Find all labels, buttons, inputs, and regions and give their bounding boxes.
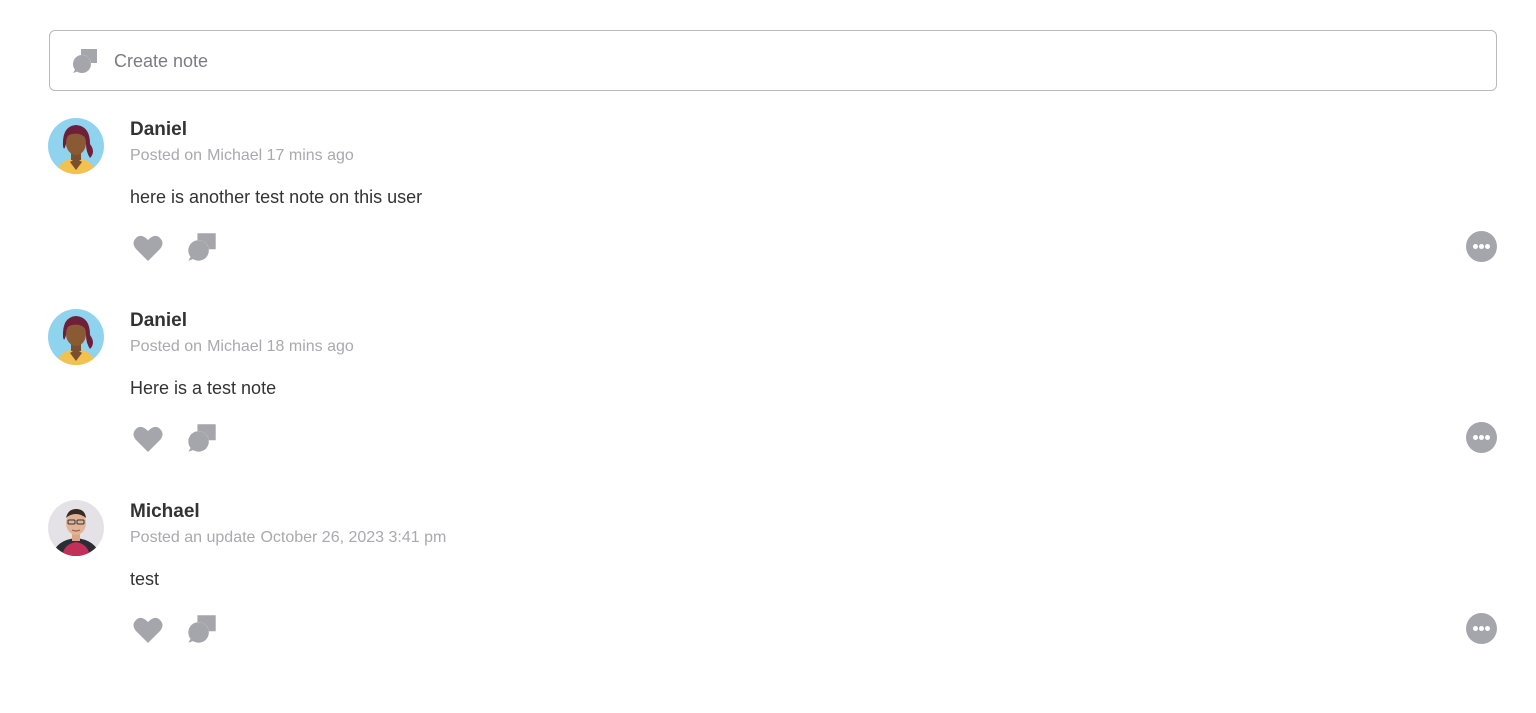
more-options-button[interactable]: [1466, 422, 1497, 453]
post-meta: Posted on Michael 17 mins ago: [130, 147, 354, 165]
post-time[interactable]: October 26, 2023 3:41 pm: [260, 529, 446, 546]
more-options-button[interactable]: [1466, 231, 1497, 262]
post-text: Here is a test note: [130, 378, 277, 398]
post-action: Posted on: [130, 147, 203, 164]
avatar[interactable]: [48, 309, 104, 365]
create-note-placeholder: Create note: [114, 51, 209, 71]
activity-post: Michael Posted an update October 26, 2023…: [0, 500, 1536, 691]
activity-post: Daniel Posted on Michael 18 mins ago Here…: [0, 309, 1536, 500]
comment-bubbles-icon: [71, 47, 99, 75]
heart-icon[interactable]: [132, 424, 164, 454]
post-author[interactable]: Daniel: [130, 119, 187, 141]
post-meta: Posted on Michael 18 mins ago: [130, 338, 354, 356]
heart-icon[interactable]: [132, 233, 164, 263]
comment-icon[interactable]: [186, 422, 218, 454]
heart-icon[interactable]: [132, 615, 164, 645]
avatar[interactable]: [48, 500, 104, 556]
post-text: test: [130, 569, 160, 589]
avatar[interactable]: [48, 118, 104, 174]
post-author[interactable]: Daniel: [130, 310, 187, 332]
create-note-input[interactable]: Create note: [49, 30, 1497, 91]
post-action: Posted on: [130, 338, 203, 355]
post-author[interactable]: Michael: [130, 501, 200, 523]
more-options-button[interactable]: [1466, 613, 1497, 644]
activity-post: Daniel Posted on Michael 17 mins ago here…: [0, 118, 1536, 309]
post-time[interactable]: Michael 17 mins ago: [207, 147, 354, 164]
comment-icon[interactable]: [186, 613, 218, 645]
post-meta: Posted an update October 26, 2023 3:41 pm: [130, 529, 446, 547]
post-time[interactable]: Michael 18 mins ago: [207, 338, 354, 355]
post-text: here is another test note on this user: [130, 187, 423, 207]
comment-icon[interactable]: [186, 231, 218, 263]
post-action: Posted an update: [130, 529, 256, 546]
